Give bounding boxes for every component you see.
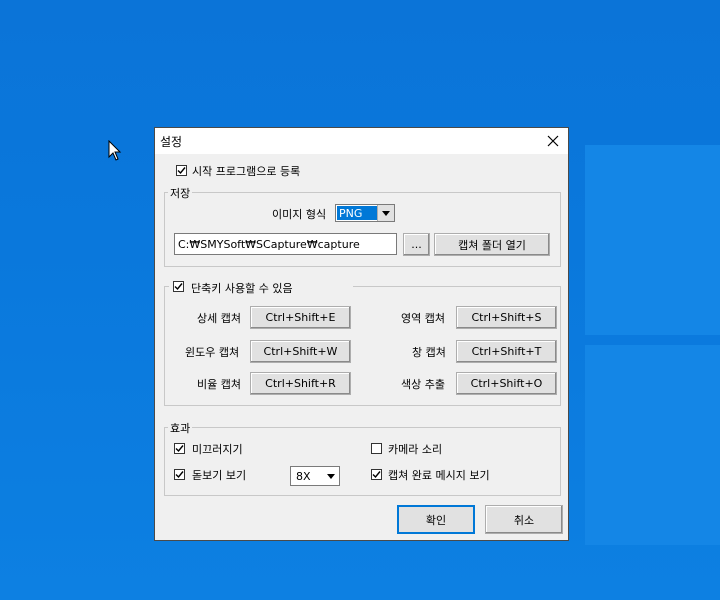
- shortcut-key-pane[interactable]: Ctrl+Shift+T: [456, 340, 557, 363]
- smooth-checkbox[interactable]: [174, 443, 185, 454]
- dialog-title: 설정: [160, 135, 183, 149]
- shortcut-label-ratio: 비율 캡쳐: [197, 378, 241, 391]
- startup-label: 시작 프로그램으로 등록: [192, 165, 301, 178]
- windows-logo-pane: [585, 145, 720, 335]
- settings-dialog: 설정 시작 프로그램으로 등록 저장 이미지 형식 PNG C:₩SMYSoft…: [154, 127, 569, 541]
- startup-checkbox[interactable]: [176, 165, 187, 176]
- mouse-cursor-icon: [108, 140, 122, 161]
- title-bar: 설정: [155, 128, 568, 154]
- shortcut-key-region[interactable]: Ctrl+Shift+S: [456, 306, 557, 329]
- effects-group: [164, 427, 561, 496]
- shortcut-label-pane: 창 캡쳐: [412, 346, 446, 359]
- shortcut-label-window: 윈도우 캡쳐: [185, 346, 240, 359]
- dropdown-arrow-icon: [323, 467, 339, 485]
- magnifier-zoom-value: 8X: [296, 469, 311, 483]
- shortcut-key-window[interactable]: Ctrl+Shift+W: [250, 340, 351, 363]
- checkmark-icon: [177, 167, 186, 175]
- smooth-label: 미끄러지기: [192, 443, 243, 456]
- shortcut-key-ratio[interactable]: Ctrl+Shift+R: [250, 372, 351, 395]
- magnifier-zoom-select[interactable]: 8X: [290, 466, 340, 486]
- done-message-checkbox[interactable]: [371, 469, 382, 480]
- shortcuts-enable-label: 단축키 사용할 수 있음: [191, 282, 293, 295]
- shortcut-key-detail[interactable]: Ctrl+Shift+E: [250, 306, 351, 329]
- cancel-button[interactable]: 취소: [485, 505, 563, 534]
- shortcut-label-detail: 상세 캡쳐: [197, 312, 241, 325]
- shortcut-label-color-pick: 색상 추출: [401, 378, 445, 391]
- shortcut-key-color-pick[interactable]: Ctrl+Shift+O: [456, 372, 557, 395]
- dropdown-arrow-icon: [377, 205, 394, 221]
- shortcuts-enable-checkbox[interactable]: [173, 281, 184, 292]
- checkmark-icon: [372, 471, 381, 479]
- ok-button[interactable]: 확인: [397, 505, 475, 534]
- shortcut-label-region: 영역 캡쳐: [401, 312, 445, 325]
- camera-sound-checkbox[interactable]: [371, 443, 382, 454]
- effects-group-label: 효과: [168, 420, 193, 436]
- done-message-label: 캡쳐 완료 메시지 보기: [388, 469, 490, 482]
- checkmark-icon: [175, 445, 184, 453]
- image-format-select[interactable]: PNG: [335, 204, 395, 222]
- checkmark-icon: [174, 283, 183, 291]
- image-format-label: 이미지 형식: [272, 208, 327, 221]
- save-path-field[interactable]: C:₩SMYSoft₩SCapture₩capture: [174, 233, 397, 255]
- save-group-label: 저장: [168, 185, 193, 201]
- checkmark-icon: [175, 471, 184, 479]
- image-format-value: PNG: [337, 206, 377, 220]
- close-button[interactable]: [538, 128, 568, 154]
- open-folder-button[interactable]: 캡쳐 폴더 열기: [434, 233, 550, 256]
- camera-sound-label: 카메라 소리: [388, 443, 443, 456]
- magnifier-checkbox[interactable]: [174, 469, 185, 480]
- close-icon: [547, 135, 559, 147]
- windows-logo-pane: [585, 345, 720, 545]
- magnifier-label: 돋보기 보기: [192, 469, 247, 482]
- browse-button[interactable]: ...: [403, 233, 430, 256]
